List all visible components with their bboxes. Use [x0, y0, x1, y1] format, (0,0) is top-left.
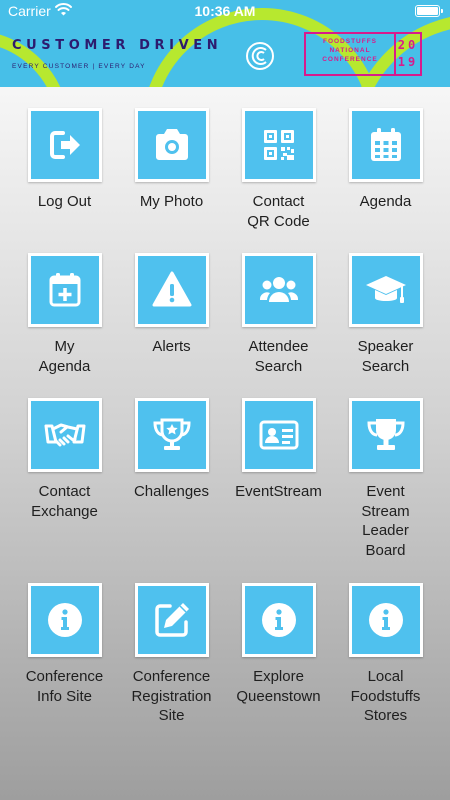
warning-icon[interactable] — [134, 253, 209, 327]
conference-year: 20 19 — [394, 34, 420, 74]
info-icon[interactable] — [27, 583, 102, 657]
tile-contact-exchange[interactable]: Contact Exchange — [11, 398, 118, 583]
tile-label: My Agenda — [38, 338, 91, 375]
tile-label: Conference Registration Site — [131, 668, 212, 724]
users-icon[interactable] — [241, 253, 316, 327]
tile-label: Event Stream Leader Board — [361, 483, 410, 559]
tile-label: Local Foodstuffs Stores — [350, 668, 421, 724]
tile-label: Speaker Search — [357, 338, 414, 375]
tile-challenges[interactable]: Challenges — [118, 398, 225, 583]
handshake-icon[interactable] — [27, 398, 102, 472]
status-bar: Carrier 10:36 AM — [0, 0, 450, 22]
tile-alerts[interactable]: Alerts — [118, 253, 225, 398]
tile-label: Explore Queenstown — [236, 668, 321, 705]
conference-name: FOODSTUFFS NATIONAL CONFERENCE — [322, 38, 378, 63]
tile-my-photo[interactable]: My Photo — [118, 108, 225, 253]
tile-event-stream-leader-board[interactable]: Event Stream Leader Board — [332, 398, 439, 583]
tile-label: Challenges — [133, 483, 210, 500]
tile-attendee-search[interactable]: Attendee Search — [225, 253, 332, 398]
tile-eventstream[interactable]: EventStream — [225, 398, 332, 583]
tile-contact-qr-code[interactable]: Contact QR Code — [225, 108, 332, 253]
clock: 10:36 AM — [194, 3, 256, 19]
tile-my-agenda[interactable]: My Agenda — [11, 253, 118, 398]
tile-label: Conference Info Site — [25, 668, 104, 705]
graduation-cap-icon[interactable] — [348, 253, 423, 327]
info-icon[interactable] — [348, 583, 423, 657]
tile-label: Attendee Search — [248, 338, 309, 375]
conference-year-bottom: 19 — [397, 55, 419, 69]
tile-label: EventStream — [235, 483, 322, 500]
brand-subtitle: EVERY CUSTOMER | EVERY DAY — [12, 63, 146, 70]
tile-label: My Photo — [139, 193, 204, 210]
battery-icon — [415, 5, 443, 17]
menu-grid: Log Out My Photo Contact QR Code Agenda … — [11, 108, 439, 763]
qr-code-icon[interactable] — [241, 108, 316, 182]
conference-year-top: 20 — [397, 38, 419, 52]
tile-log-out[interactable]: Log Out — [11, 108, 118, 253]
header-banner: Carrier 10:36 AM CUSTOMER DRIVEN EVERY C… — [0, 0, 450, 87]
edit-icon[interactable] — [134, 583, 209, 657]
tile-label: Contact QR Code — [247, 193, 310, 230]
tile-label: Contact Exchange — [31, 483, 98, 520]
camera-icon[interactable] — [134, 108, 209, 182]
brand-logo-icon — [246, 42, 274, 70]
tile-label: Agenda — [359, 193, 412, 210]
tile-agenda[interactable]: Agenda — [332, 108, 439, 253]
calendar-icon[interactable] — [348, 108, 423, 182]
tile-label: Alerts — [152, 338, 191, 355]
id-card-icon[interactable] — [241, 398, 316, 472]
tile-speaker-search[interactable]: Speaker Search — [332, 253, 439, 398]
trophy-icon[interactable] — [348, 398, 423, 472]
logout-icon[interactable] — [27, 108, 102, 182]
tile-conference-info-site[interactable]: Conference Info Site — [11, 583, 118, 763]
trophy-star-icon[interactable] — [134, 398, 209, 472]
brand-title: CUSTOMER DRIVEN — [12, 38, 223, 53]
tile-explore-queenstown[interactable]: Explore Queenstown — [225, 583, 332, 763]
tile-local-foodstuffs-stores[interactable]: Local Foodstuffs Stores — [332, 583, 439, 763]
tile-label: Log Out — [37, 193, 92, 210]
calendar-plus-icon[interactable] — [27, 253, 102, 327]
conference-badge: FOODSTUFFS NATIONAL CONFERENCE 20 19 — [304, 32, 422, 76]
info-icon[interactable] — [241, 583, 316, 657]
tile-conference-registration-site[interactable]: Conference Registration Site — [118, 583, 225, 763]
brand-block: CUSTOMER DRIVEN EVERY CUSTOMER | EVERY D… — [12, 38, 222, 70]
